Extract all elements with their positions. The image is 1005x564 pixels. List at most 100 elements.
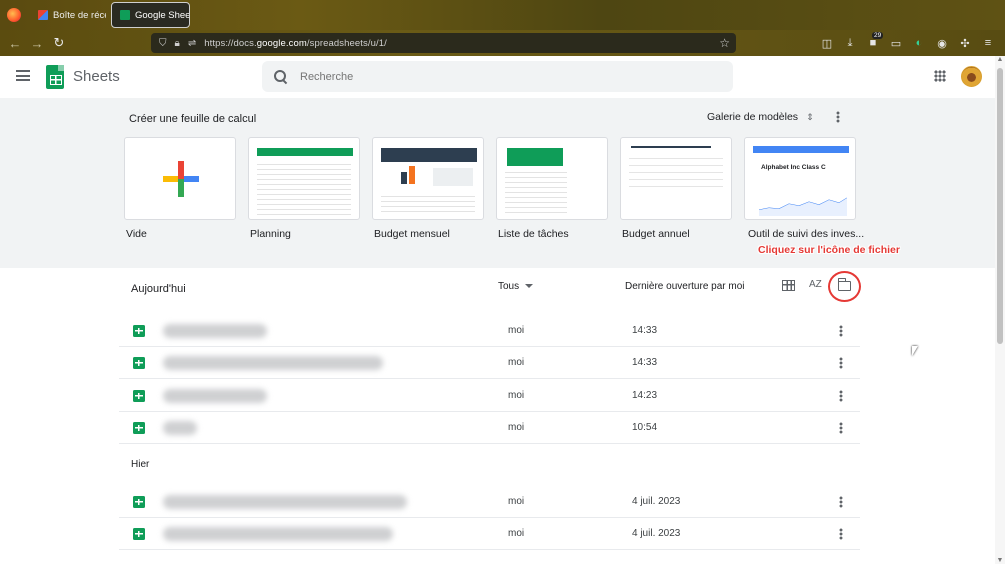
- file-row[interactable]: moi 10:54: [119, 412, 860, 444]
- template-card-todo-list[interactable]: [496, 137, 608, 220]
- thumbnail-header: [257, 148, 353, 156]
- extension-mask-icon[interactable]: ◉: [935, 37, 949, 50]
- template-card-planning[interactable]: [248, 137, 360, 220]
- file-owner: moi: [508, 496, 525, 507]
- file-more-options-icon[interactable]: [839, 357, 843, 369]
- main-menu-icon[interactable]: [16, 70, 30, 81]
- caret-down-icon: [525, 284, 534, 289]
- sort-by-dropdown[interactable]: Dernière ouverture par moi: [625, 281, 745, 292]
- owner-filter-dropdown[interactable]: Tous: [498, 281, 534, 292]
- file-row[interactable]: moi 14:23: [119, 380, 860, 412]
- lock-icon[interactable]: 🔒︎: [175, 38, 180, 49]
- thumbnail-bar: [401, 172, 407, 184]
- thumbnail-header: [753, 146, 849, 153]
- url-text[interactable]: https://docs.google.com/spreadsheets/u/1…: [204, 38, 387, 49]
- spreadsheet-icon: [133, 422, 145, 434]
- thumbnail-header: [381, 148, 477, 162]
- file-more-options-icon[interactable]: [839, 325, 843, 337]
- file-last-opened: 14:33: [632, 357, 658, 368]
- forward-icon[interactable]: →: [26, 36, 48, 51]
- reload-icon[interactable]: ↻: [48, 35, 70, 51]
- template-label[interactable]: Budget mensuel: [374, 228, 450, 240]
- pocket-icon[interactable]: ◫: [820, 37, 834, 50]
- sheets-logo-icon[interactable]: [46, 65, 64, 89]
- extensions-toolbar: ◫ ⤓ ■ 29 ▭ ◐ ◉ ✣ ≡: [820, 30, 995, 56]
- search-icon[interactable]: [274, 69, 288, 84]
- template-card-blank[interactable]: [124, 137, 236, 220]
- template-card-annual-budget[interactable]: [620, 137, 732, 220]
- tab-label: Google Shee: [135, 9, 190, 21]
- tab-label: Boîte de récep: [53, 9, 106, 21]
- file-more-options-icon[interactable]: [839, 422, 843, 434]
- file-owner: moi: [508, 390, 525, 401]
- file-row[interactable]: moi 14:33: [119, 347, 860, 379]
- file-row[interactable]: moi 14:33: [119, 315, 860, 347]
- menu-icon[interactable]: ≡: [981, 37, 995, 49]
- back-icon[interactable]: ←: [4, 36, 26, 51]
- scroll-down-icon[interactable]: ▼: [996, 557, 1004, 564]
- app-header: Sheets: [0, 56, 995, 98]
- spreadsheet-icon: [133, 325, 145, 337]
- file-last-opened: 4 juil. 2023: [632, 496, 681, 507]
- thumbnail-grid: [381, 192, 475, 216]
- file-name-redacted[interactable]: [163, 324, 267, 338]
- file-more-options-icon[interactable]: [839, 496, 843, 508]
- scroll-up-icon[interactable]: ▲: [996, 56, 1004, 63]
- file-name-redacted[interactable]: [163, 527, 393, 541]
- file-name-redacted[interactable]: [163, 356, 383, 370]
- google-apps-icon[interactable]: [934, 70, 946, 82]
- template-gallery-button[interactable]: Galerie de modèles ⇕: [707, 111, 814, 123]
- search-input[interactable]: [300, 70, 700, 83]
- template-label[interactable]: Vide: [126, 228, 147, 240]
- tab-gmail[interactable]: Boîte de récep: [30, 2, 106, 28]
- file-name-redacted[interactable]: [163, 389, 267, 403]
- tutorial-callout: Cliquez sur l'icône de fichier: [758, 244, 900, 256]
- templates-more-icon[interactable]: [836, 111, 840, 123]
- spreadsheet-icon: [133, 390, 145, 402]
- template-card-investment-tracker[interactable]: Alphabet Inc Class C: [744, 137, 856, 220]
- account-avatar[interactable]: [961, 66, 982, 87]
- browser-tab-strip: Boîte de récep Google Shee ×: [0, 0, 1005, 30]
- file-more-options-icon[interactable]: [839, 528, 843, 540]
- firefox-icon[interactable]: [7, 8, 21, 22]
- scrollbar-thumb[interactable]: [997, 68, 1003, 344]
- permissions-icon[interactable]: ⇌: [188, 38, 196, 49]
- thumbnail-grid: [257, 160, 351, 215]
- page-scrollbar[interactable]: ▲ ▼: [995, 56, 1005, 564]
- file-more-options-icon[interactable]: [839, 390, 843, 402]
- app-name[interactable]: Sheets: [73, 68, 120, 85]
- thumbnail-grid: [505, 168, 567, 216]
- open-file-picker-folder-icon[interactable]: [837, 278, 851, 291]
- file-name-redacted[interactable]: [163, 495, 407, 509]
- file-row[interactable]: moi 4 juil. 2023: [119, 518, 860, 550]
- extension-icon[interactable]: ▭: [889, 37, 903, 50]
- template-label[interactable]: Liste de tâches: [498, 228, 569, 240]
- file-last-opened: 10:54: [632, 422, 658, 433]
- file-owner: moi: [508, 357, 525, 368]
- template-card-monthly-budget[interactable]: [372, 137, 484, 220]
- template-label[interactable]: Planning: [250, 228, 291, 240]
- extension-green-icon[interactable]: ◐: [912, 37, 926, 49]
- file-name-redacted[interactable]: [163, 421, 197, 435]
- grid-view-icon[interactable]: [782, 280, 795, 291]
- bookmark-star-icon[interactable]: ☆: [719, 36, 730, 50]
- template-label[interactable]: Outil de suivi des inves...: [748, 228, 864, 240]
- search-bar[interactable]: [262, 61, 733, 92]
- file-last-opened: 14:23: [632, 390, 658, 401]
- shield-icon[interactable]: ⛉: [159, 38, 167, 49]
- file-owner: moi: [508, 325, 525, 336]
- download-icon[interactable]: ⤓: [843, 37, 857, 50]
- mouse-cursor-icon: [912, 346, 918, 356]
- extensions-puzzle-icon[interactable]: ✣: [958, 37, 972, 50]
- extension-badge-icon[interactable]: ■ 29: [866, 32, 884, 49]
- sort-az-icon[interactable]: AZ: [809, 279, 822, 290]
- spreadsheet-icon: [133, 496, 145, 508]
- file-row[interactable]: moi 4 juil. 2023: [119, 486, 860, 518]
- tab-google-sheets[interactable]: Google Shee ×: [111, 2, 190, 28]
- browser-toolbar: ← → ↻ ⛉ 🔒︎ ⇌ https://docs.google.com/spr…: [0, 30, 1005, 56]
- unfold-icon: ⇕: [806, 112, 814, 122]
- section-yesterday: Hier: [131, 459, 150, 470]
- file-owner: moi: [508, 422, 525, 433]
- address-bar[interactable]: ⛉ 🔒︎ ⇌ https://docs.google.com/spreadshe…: [151, 33, 736, 53]
- template-label[interactable]: Budget annuel: [622, 228, 690, 240]
